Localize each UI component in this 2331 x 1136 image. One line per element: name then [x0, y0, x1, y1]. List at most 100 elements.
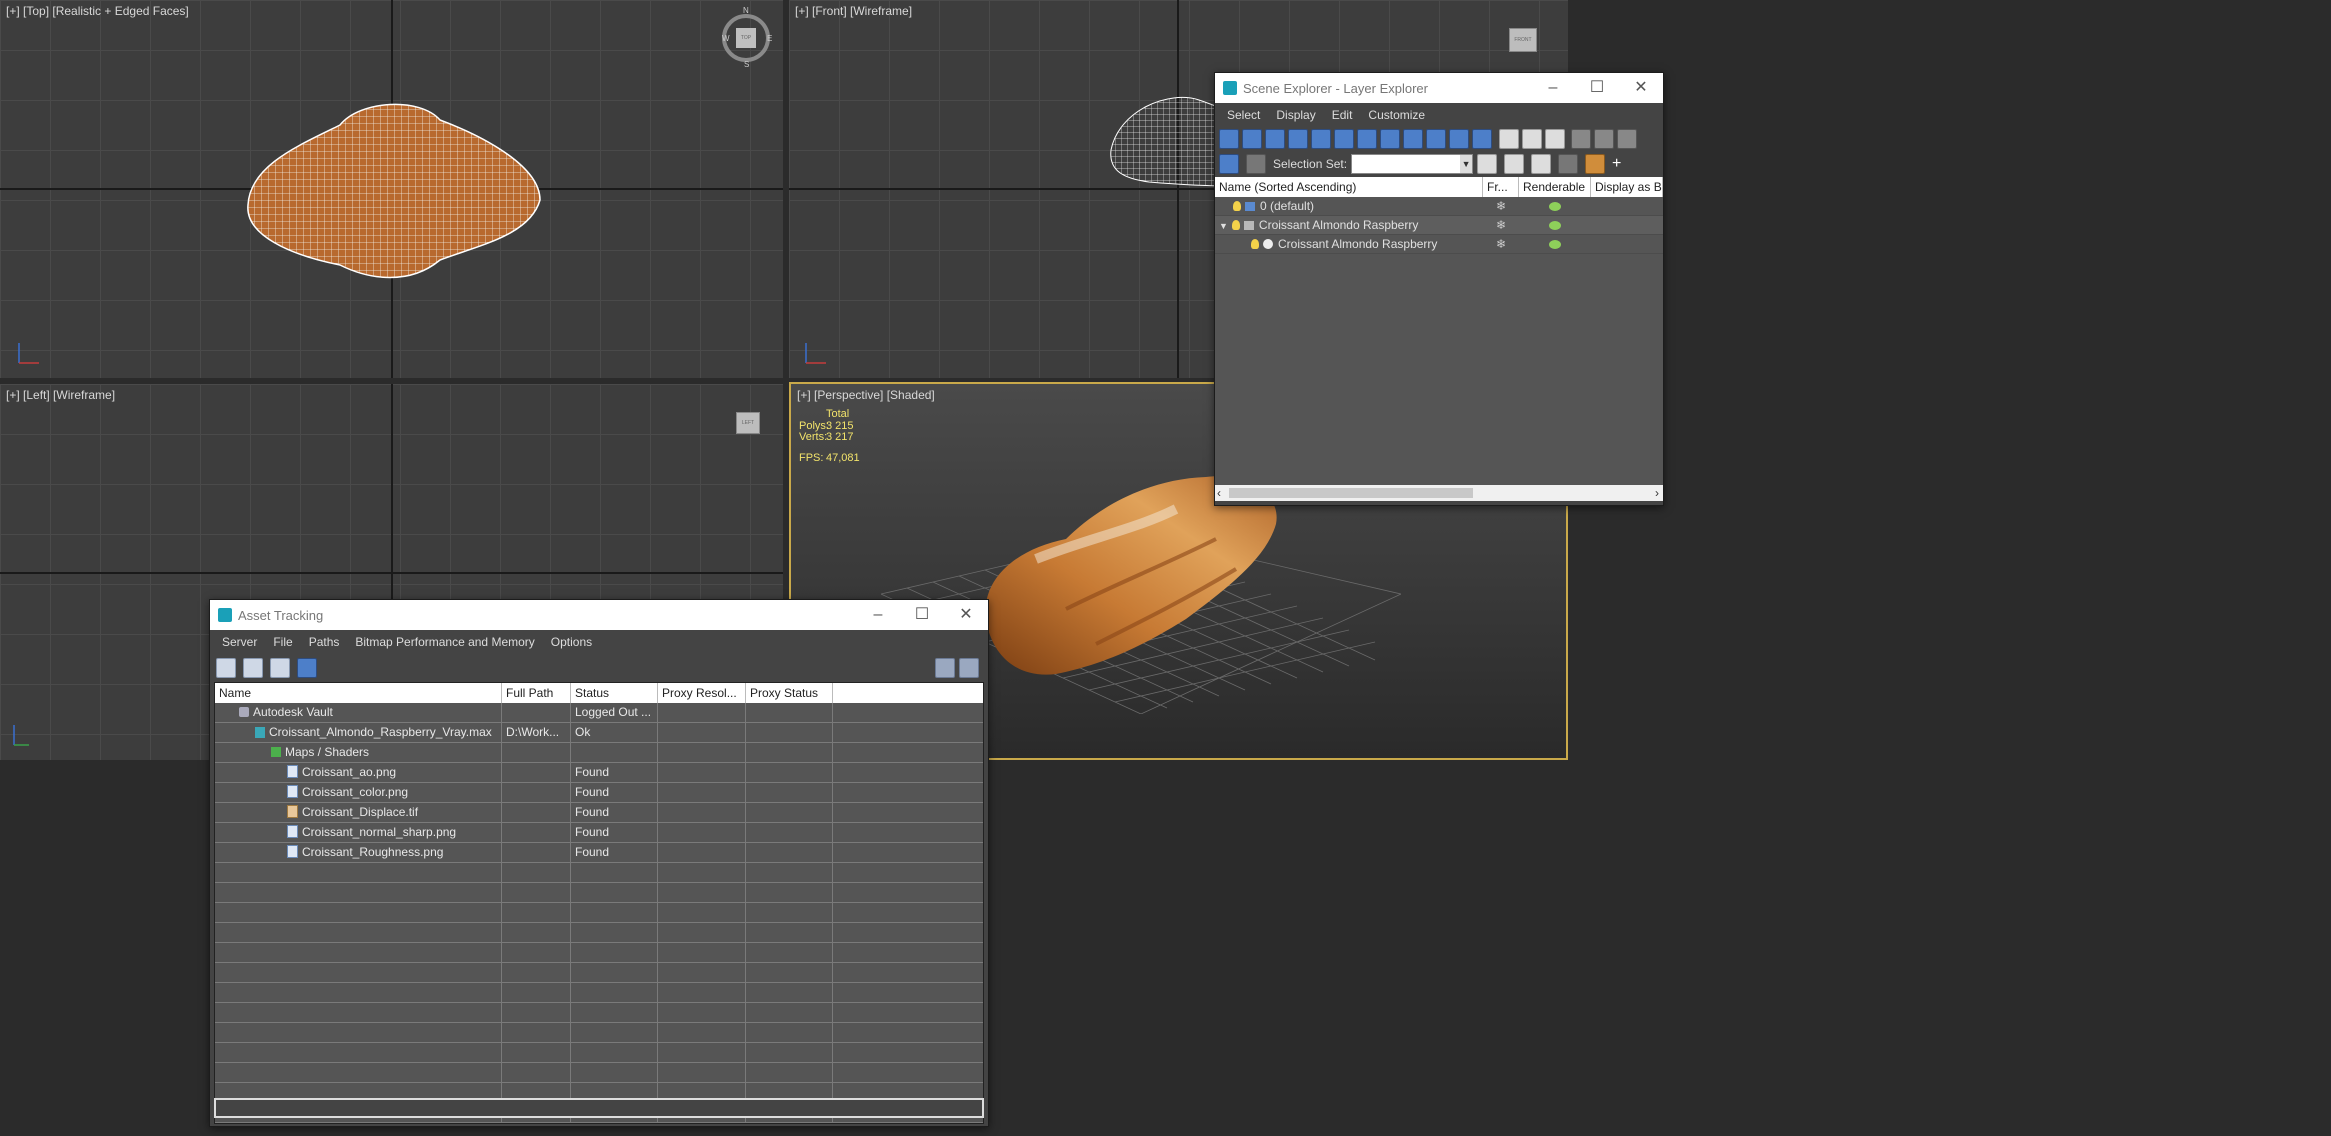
table-row[interactable]: Maps / Shaders: [215, 743, 983, 763]
light-bulb-icon[interactable]: [1251, 239, 1259, 249]
table-row[interactable]: Croissant_Almondo_Raspberry_Vray.max D:\…: [215, 723, 983, 743]
scroll-right-icon[interactable]: ›: [1655, 485, 1659, 501]
light-bulb-icon[interactable]: [1231, 220, 1240, 230]
asset-tracking-window[interactable]: Asset Tracking – ☐ ✕ Server File Paths B…: [209, 599, 989, 1127]
menu-customize[interactable]: Customize: [1368, 108, 1425, 122]
lock-icon[interactable]: [1558, 154, 1579, 174]
list-view-icon[interactable]: [243, 658, 263, 678]
asset-tracking-titlebar[interactable]: Asset Tracking – ☐ ✕: [210, 600, 988, 630]
select-all-icon[interactable]: [1498, 129, 1519, 149]
vault-icon[interactable]: [216, 658, 236, 678]
minimize-button[interactable]: –: [1531, 73, 1575, 103]
object-row[interactable]: Croissant Almondo Raspberry ❄: [1215, 235, 1663, 254]
viewcube-face[interactable]: TOP: [736, 28, 756, 48]
menu-edit[interactable]: Edit: [1332, 108, 1353, 122]
col-name-header[interactable]: Name: [215, 683, 502, 703]
table-row[interactable]: Croissant_Roughness.png Found: [215, 843, 983, 863]
snowflake-icon[interactable]: ❄: [1483, 235, 1519, 253]
viewport-top[interactable]: [+] [Top] [Realistic + Edged Faces] TOP …: [0, 0, 783, 378]
maximize-button[interactable]: ☐: [1575, 73, 1619, 103]
viewport-label-top[interactable]: [+] [Top] [Realistic + Edged Faces]: [6, 4, 189, 18]
maximize-button[interactable]: ☐: [900, 600, 944, 630]
scene-explorer-window[interactable]: Scene Explorer - Layer Explorer – ☐ ✕ Se…: [1214, 72, 1664, 506]
filter-lights-icon[interactable]: [1265, 129, 1285, 149]
scrollbar-thumb[interactable]: [1229, 488, 1473, 498]
filter-shapes-icon[interactable]: [1242, 129, 1262, 149]
remove-from-set-icon[interactable]: [1504, 154, 1525, 174]
filter-funnel-icon[interactable]: [1571, 129, 1592, 149]
asset-table-body[interactable]: Autodesk Vault Logged Out ... Croissant_…: [215, 703, 983, 1123]
table-row[interactable]: Croissant_color.png Found: [215, 783, 983, 803]
viewport-label-front[interactable]: [+] [Front] [Wireframe]: [795, 4, 912, 18]
menu-paths[interactable]: Paths: [309, 635, 340, 649]
select-none-icon[interactable]: [1521, 129, 1542, 149]
empty-row: [215, 1023, 983, 1043]
col-frozen-header[interactable]: Fr...: [1483, 177, 1519, 197]
filter-helpers-icon[interactable]: [1311, 129, 1331, 149]
teapot-icon[interactable]: [1549, 202, 1561, 211]
layer-explorer-icon[interactable]: [1219, 154, 1239, 174]
filter-cameras-icon[interactable]: [1288, 129, 1308, 149]
viewcube-top[interactable]: TOP N S W E: [722, 6, 772, 69]
teapot-icon[interactable]: [1549, 221, 1561, 230]
table-view-icon[interactable]: [297, 658, 317, 678]
close-button[interactable]: ✕: [944, 600, 988, 630]
col-proxy-resolution-header[interactable]: Proxy Resol...: [658, 683, 746, 703]
viewcube-left[interactable]: LEFT: [736, 412, 760, 434]
add-to-set-icon[interactable]: [1477, 154, 1498, 174]
options-icon[interactable]: [1617, 129, 1638, 149]
layer-row[interactable]: ▼ Croissant Almondo Raspberry ❄: [1215, 216, 1663, 235]
filter-containers-icon[interactable]: [1426, 129, 1446, 149]
table-row[interactable]: Croissant_ao.png Found: [215, 763, 983, 783]
viewport-label-perspective[interactable]: [+] [Perspective] [Shaded]: [797, 388, 935, 402]
menu-bitmap-performance[interactable]: Bitmap Performance and Memory: [355, 635, 534, 649]
expand-arrow-icon[interactable]: ▼: [1219, 221, 1228, 231]
table-row[interactable]: Croissant_normal_sharp.png Found: [215, 823, 983, 843]
minimize-button[interactable]: –: [856, 600, 900, 630]
table-row[interactable]: Autodesk Vault Logged Out ...: [215, 703, 983, 723]
viewcube-front[interactable]: FRONT: [1509, 28, 1537, 52]
menu-select[interactable]: Select: [1227, 108, 1260, 122]
snowflake-icon[interactable]: ❄: [1483, 197, 1519, 215]
filter-bones-icon[interactable]: [1403, 129, 1423, 149]
scroll-left-icon[interactable]: ‹: [1217, 485, 1221, 501]
plus-icon[interactable]: +: [1612, 155, 1621, 173]
croissant-top-mesh[interactable]: [240, 95, 550, 285]
edit-set-icon[interactable]: [1531, 154, 1552, 174]
col-display-box-header[interactable]: Display as Box: [1591, 177, 1663, 197]
col-proxy-status-header[interactable]: Proxy Status: [746, 683, 833, 703]
tree-view-icon[interactable]: [270, 658, 290, 678]
col-renderable-header[interactable]: Renderable: [1519, 177, 1591, 197]
close-button[interactable]: ✕: [1619, 73, 1663, 103]
col-name-header[interactable]: Name (Sorted Ascending): [1215, 177, 1483, 197]
hierarchy-mode-icon[interactable]: [1246, 154, 1266, 174]
filter-geometry-icon[interactable]: [1219, 129, 1239, 149]
menu-server[interactable]: Server: [222, 635, 257, 649]
horizontal-scrollbar[interactable]: ‹ ›: [1215, 485, 1663, 501]
hierarchy-icon[interactable]: [1594, 129, 1615, 149]
layer-row[interactable]: 0 (default) ❄: [1215, 197, 1663, 216]
table-row[interactable]: Croissant_Displace.tif Found: [215, 803, 983, 823]
menu-options[interactable]: Options: [551, 635, 592, 649]
filter-xrefs-icon[interactable]: [1380, 129, 1400, 149]
scene-explorer-tree[interactable]: 0 (default) ❄ ▼ Croissant Almondo Raspber…: [1215, 197, 1663, 485]
help-icon[interactable]: [935, 658, 955, 678]
viewport-label-left[interactable]: [+] [Left] [Wireframe]: [6, 388, 115, 402]
light-bulb-icon[interactable]: [1233, 201, 1241, 211]
menu-display[interactable]: Display: [1276, 108, 1315, 122]
col-status-header[interactable]: Status: [571, 683, 658, 703]
scene-explorer-titlebar[interactable]: Scene Explorer - Layer Explorer – ☐ ✕: [1215, 73, 1663, 103]
filter-frozen-icon[interactable]: [1449, 129, 1469, 149]
layer-add-icon[interactable]: [1585, 154, 1606, 174]
refresh-icon[interactable]: [959, 658, 979, 678]
path-input-field[interactable]: [214, 1098, 984, 1118]
filter-hidden-icon[interactable]: [1472, 129, 1492, 149]
menu-file[interactable]: File: [273, 635, 292, 649]
col-full-path-header[interactable]: Full Path: [502, 683, 571, 703]
selection-set-dropdown[interactable]: ▼: [1351, 154, 1474, 174]
snowflake-icon[interactable]: ❄: [1483, 216, 1519, 234]
filter-spacewarps-icon[interactable]: [1334, 129, 1354, 149]
teapot-icon[interactable]: [1549, 240, 1561, 249]
select-invert-icon[interactable]: [1544, 129, 1565, 149]
filter-groups-icon[interactable]: [1357, 129, 1377, 149]
